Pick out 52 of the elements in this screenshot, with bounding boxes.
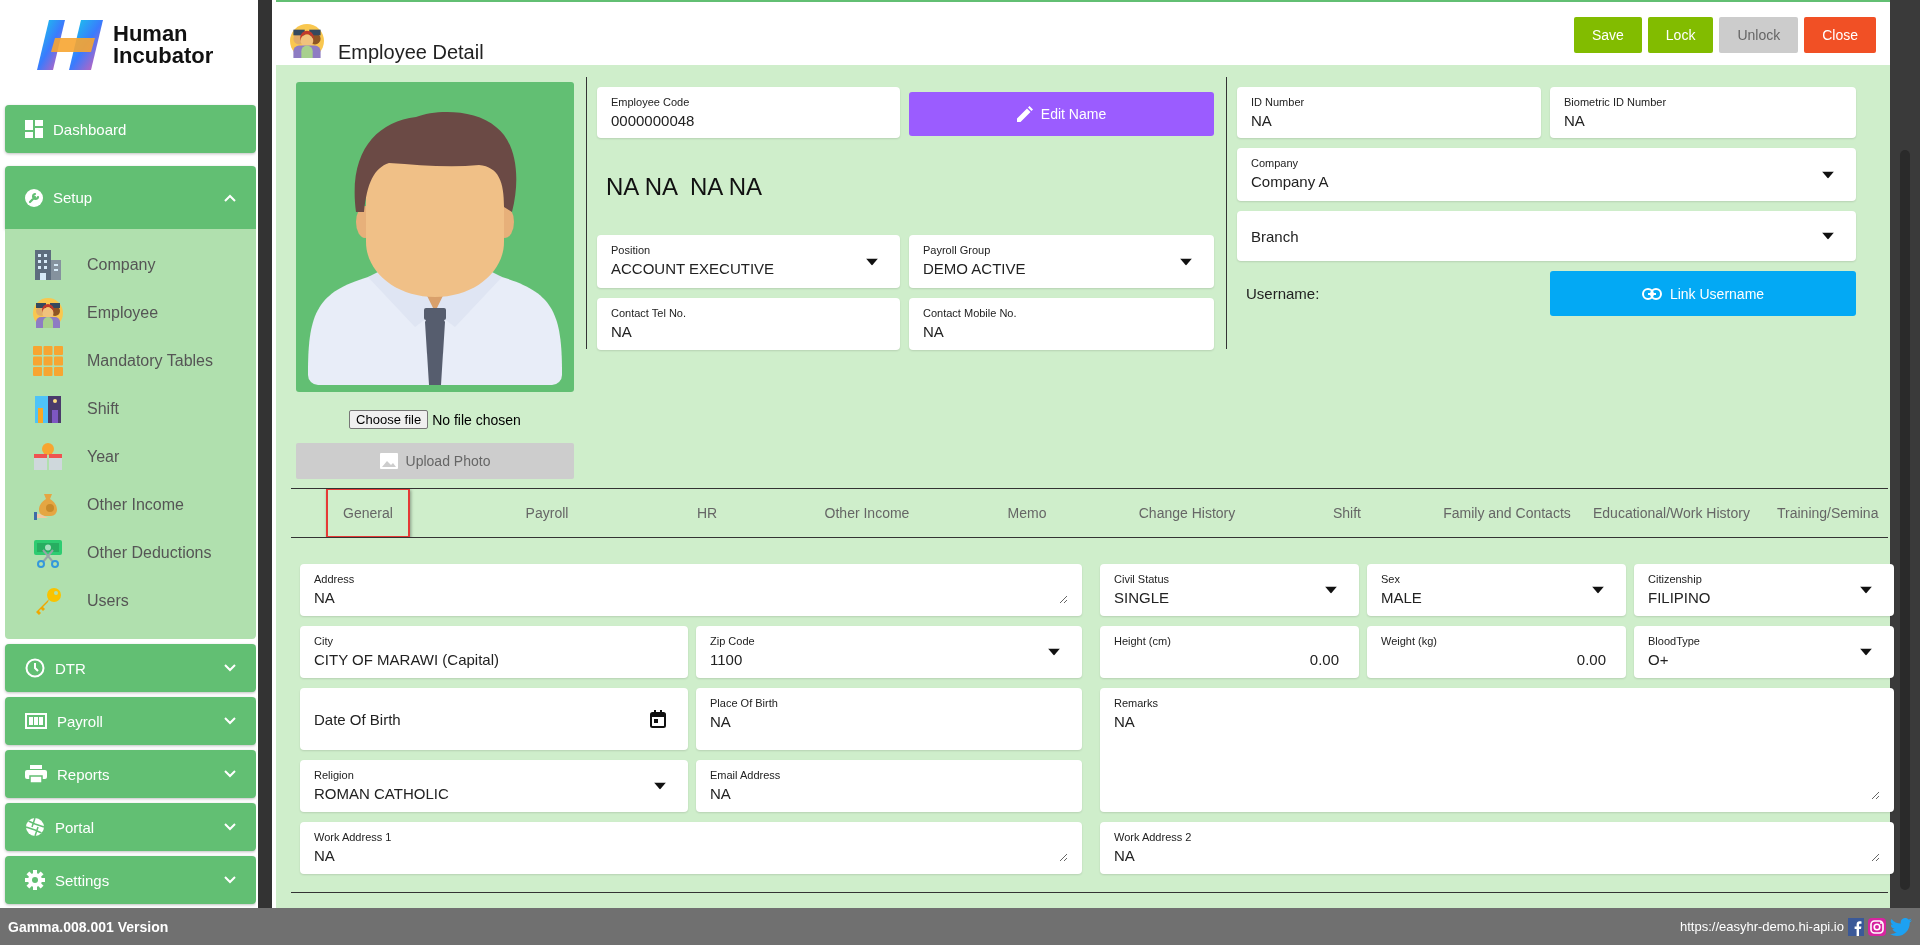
tab[interactable]: General (326, 489, 410, 537)
dropdown-field[interactable]: BloodType O+ (1634, 626, 1894, 678)
submenu-item[interactable]: Company (87, 256, 156, 274)
text-area[interactable]: Address NA (300, 564, 1082, 616)
link-username-button[interactable]: Link Username (1550, 271, 1856, 316)
employee-name: NA NA NA NA (605, 172, 764, 201)
edit-name-button[interactable]: Edit Name (909, 92, 1214, 136)
text-field[interactable]: Email Address NA (696, 760, 1082, 812)
dropdown-field[interactable]: Zip Code 1100 (696, 626, 1082, 678)
submenu-item[interactable]: Shift (87, 400, 119, 418)
dropdown-field[interactable]: Religion ROMAN CATHOLIC (300, 760, 688, 812)
text-area[interactable]: Work Address 1 NA (300, 822, 1082, 874)
text-field[interactable]: Place Of Birth NA (696, 688, 1082, 750)
close-button[interactable]: Close (1804, 17, 1876, 53)
text-field[interactable]: Contact Tel No. NA (597, 298, 900, 350)
tab[interactable]: Other Income (787, 493, 947, 533)
submenu-item[interactable]: Users (87, 592, 129, 610)
dropdown-field[interactable]: Sex MALE (1367, 564, 1626, 616)
submenu-item[interactable]: Year (87, 448, 120, 466)
dropdown-field[interactable]: Branch (1237, 211, 1856, 261)
dropdown-field[interactable]: Citizenship FILIPINO (1634, 564, 1894, 616)
text-field[interactable]: ID Number NA (1237, 87, 1541, 138)
choose-file-button[interactable]: Choose file (349, 410, 429, 429)
submenu-item[interactable]: Other Deductions (87, 544, 212, 562)
tab[interactable]: Change History (1107, 493, 1267, 533)
tab[interactable]: HR (627, 493, 787, 533)
submenu-item[interactable]: Other Income (87, 496, 184, 514)
number-field[interactable]: Weight (kg) 0.00 (1367, 626, 1626, 678)
text-area[interactable]: Work Address 2 NA (1100, 822, 1894, 874)
page-title: Employee Detail (338, 41, 484, 64)
dropdown-field[interactable]: Company Company A (1237, 148, 1856, 201)
submenu-item[interactable]: Employee (87, 304, 159, 322)
url-text: https://easyhr-demo.hi-api.io (1679, 919, 1844, 934)
text-field[interactable]: City CITY OF MARAWI (Capital) (300, 626, 688, 678)
version-text: Gamma.008.001 Version (8, 918, 169, 935)
date-field[interactable]: Date Of Birth (300, 688, 688, 750)
tab[interactable]: Memo (947, 493, 1107, 533)
dropdown-field[interactable]: Civil Status SINGLE (1100, 564, 1359, 616)
logo-text: Human Incubator (113, 23, 214, 67)
text-field[interactable]: Employee Code 0000000048 (597, 87, 900, 138)
tab[interactable]: Payroll (467, 493, 627, 533)
dropdown-field[interactable]: Position ACCOUNT EXECUTIVE (597, 235, 900, 288)
file-status-text: No file chosen (432, 411, 521, 428)
dropdown-field[interactable]: Payroll Group DEMO ACTIVE (909, 235, 1214, 288)
tab[interactable]: Shift (1267, 493, 1427, 533)
submenu-item[interactable]: Mandatory Tables (87, 352, 213, 370)
text-field[interactable]: Biometric ID Number NA (1550, 87, 1856, 138)
tab[interactable]: Family and Contacts (1427, 493, 1587, 533)
username-label: Username: (1245, 285, 1321, 302)
text-area[interactable]: Remarks NA (1100, 688, 1894, 812)
text-field[interactable]: Contact Mobile No. NA (909, 298, 1214, 350)
number-field[interactable]: Height (cm) 0.00 (1100, 626, 1359, 678)
